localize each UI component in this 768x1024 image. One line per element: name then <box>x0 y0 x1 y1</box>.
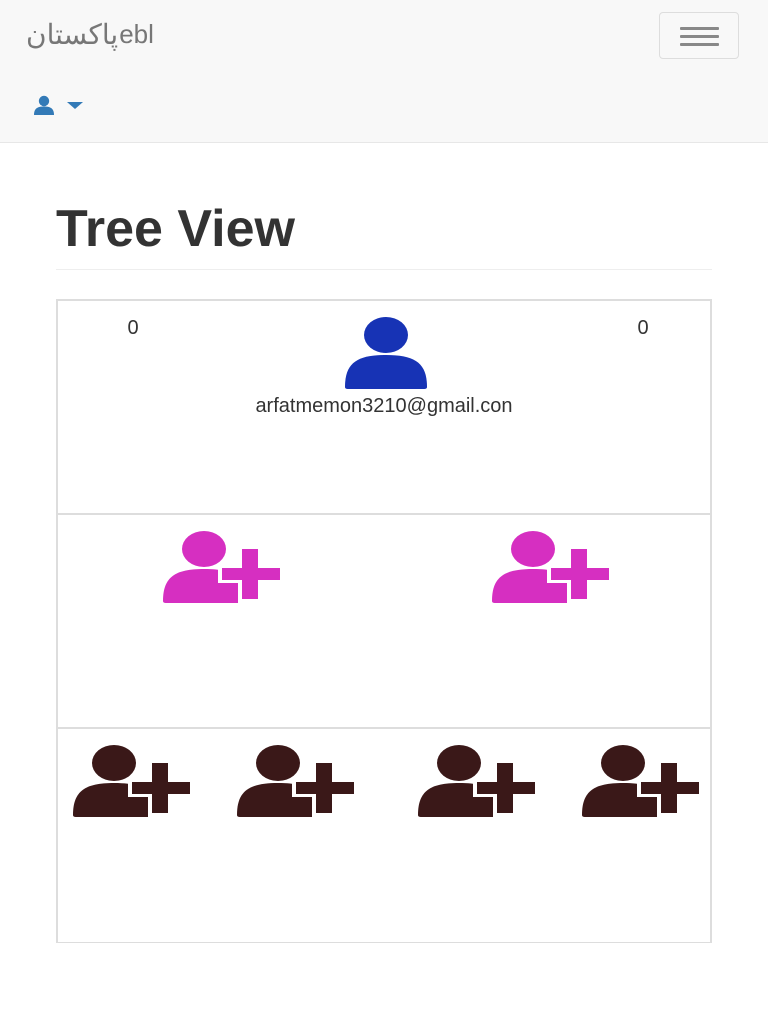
add-member-left-button[interactable] <box>162 531 282 603</box>
page-title: Tree View <box>56 200 295 258</box>
tree-row-root: 0 0 arfatmemon3210@gmail.con <box>58 301 710 515</box>
brand-logo[interactable]: پاکستان ebl <box>26 8 154 60</box>
add-member-rr-button[interactable] <box>581 745 701 817</box>
hamburger-icon-bar <box>680 43 719 46</box>
add-member-rl-button[interactable] <box>417 745 537 817</box>
user-icon <box>345 317 427 389</box>
hamburger-icon <box>680 27 719 30</box>
root-user-email: arfatmemon3210@gmail.con <box>255 395 513 417</box>
add-member-ll-button[interactable] <box>72 745 192 817</box>
caret-down-icon <box>67 102 83 109</box>
user-plus-icon <box>418 745 537 817</box>
tree-table: 0 0 arfatmemon3210@gmail.con <box>56 299 712 943</box>
title-divider <box>56 269 712 270</box>
user-plus-icon <box>582 745 701 817</box>
hamburger-icon-bar <box>680 35 719 38</box>
tree-row-level-3 <box>58 729 710 942</box>
tree-row-level-2 <box>58 515 710 729</box>
user-plus-icon <box>492 531 611 603</box>
right-count: 0 <box>637 317 649 339</box>
user-dropdown-toggle[interactable] <box>32 94 88 118</box>
add-member-lr-button[interactable] <box>236 745 356 817</box>
brand-prefix: پاکستان <box>26 17 119 51</box>
user-plus-icon <box>73 745 192 817</box>
navbar: پاکستان ebl <box>0 0 768 143</box>
user-plus-icon <box>163 531 282 603</box>
left-count: 0 <box>127 317 139 339</box>
navbar-toggle-button[interactable] <box>659 12 739 59</box>
user-plus-icon <box>237 745 356 817</box>
add-member-right-button[interactable] <box>491 531 611 603</box>
root-user-node[interactable] <box>343 317 429 394</box>
user-icon <box>34 95 54 115</box>
brand-suffix: ebl <box>119 18 154 49</box>
